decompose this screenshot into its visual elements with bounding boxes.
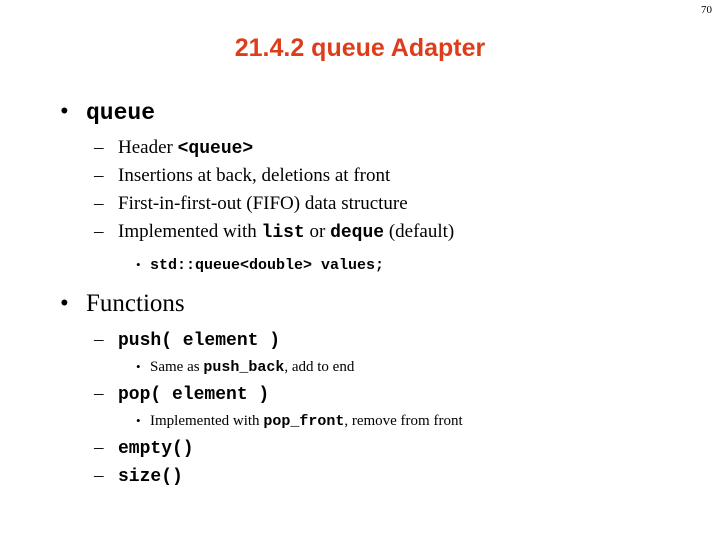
implemented-with-deque-code: deque <box>330 223 385 243</box>
pop-signature-code: pop( element ) <box>118 385 270 405</box>
list-item-queue: • queue <box>0 96 720 128</box>
bullet-icon: • <box>136 413 141 428</box>
push-signature-code: push( element ) <box>118 331 281 351</box>
empty-signature-code: empty() <box>118 439 194 459</box>
list-item-pop: – pop( element ) <box>0 380 720 408</box>
size-signature-code: size() <box>118 467 183 487</box>
slide-body: • queue – Header <queue> – Insertions at… <box>0 96 720 490</box>
list-item-insertions: – Insertions at back, deletions at front <box>0 162 720 190</box>
implemented-with-suffix: (default) <box>384 221 455 242</box>
functions-heading-label: Functions <box>86 290 185 317</box>
list-item-declaration: • std::queue<double> values; <box>0 252 720 278</box>
push-note-prefix: Same as <box>150 359 204 375</box>
insertions-label: Insertions at back, deletions at front <box>118 165 391 186</box>
implemented-with-list-code: list <box>261 223 305 243</box>
push-note-code: push_back <box>203 359 285 376</box>
dash-icon: – <box>94 329 104 350</box>
bullet-icon: • <box>60 290 69 317</box>
pop-note-code: pop_front <box>263 413 345 430</box>
dash-icon: – <box>94 165 104 186</box>
pop-note-suffix: , remove from front <box>344 413 463 429</box>
list-item-push: – push( element ) <box>0 326 720 354</box>
bullet-icon: • <box>136 257 141 272</box>
list-item-functions: • Functions <box>0 288 720 320</box>
bullet-icon: • <box>60 98 69 125</box>
pop-note-prefix: Implemented with <box>150 413 264 429</box>
page-number: 70 <box>701 4 712 16</box>
implemented-with-conjunction: or <box>304 221 331 242</box>
dash-icon: – <box>94 193 104 214</box>
list-item-push-note: • Same as push_back, add to end <box>0 354 720 380</box>
dash-icon: – <box>94 465 104 486</box>
list-item-pop-note: • Implemented with pop_front, remove fro… <box>0 408 720 434</box>
dash-icon: – <box>94 221 104 242</box>
list-item-empty: – empty() <box>0 434 720 462</box>
bullet-icon: • <box>136 359 141 374</box>
list-item-size: – size() <box>0 462 720 490</box>
queue-heading-label: queue <box>86 100 156 126</box>
header-label: Header <box>118 137 178 158</box>
declaration-code: std::queue<double> values; <box>150 257 385 274</box>
header-code: <queue> <box>177 139 254 159</box>
dash-icon: – <box>94 137 104 158</box>
list-item-fifo: – First-in-first-out (FIFO) data structu… <box>0 190 720 218</box>
page-title: 21.4.2 queue Adapter <box>234 34 486 62</box>
dash-icon: – <box>94 437 104 458</box>
list-item-header: – Header <queue> <box>0 134 720 162</box>
fifo-label: First-in-first-out (FIFO) data structure <box>118 193 408 214</box>
implemented-with-prefix: Implemented with <box>118 221 262 242</box>
list-item-implemented-with: – Implemented with list or deque (defaul… <box>0 218 720 246</box>
push-note-suffix: , add to end <box>284 359 355 375</box>
slide: 70 21.4.2 queue Adapter • queue – Header… <box>0 0 720 540</box>
dash-icon: – <box>94 383 104 404</box>
